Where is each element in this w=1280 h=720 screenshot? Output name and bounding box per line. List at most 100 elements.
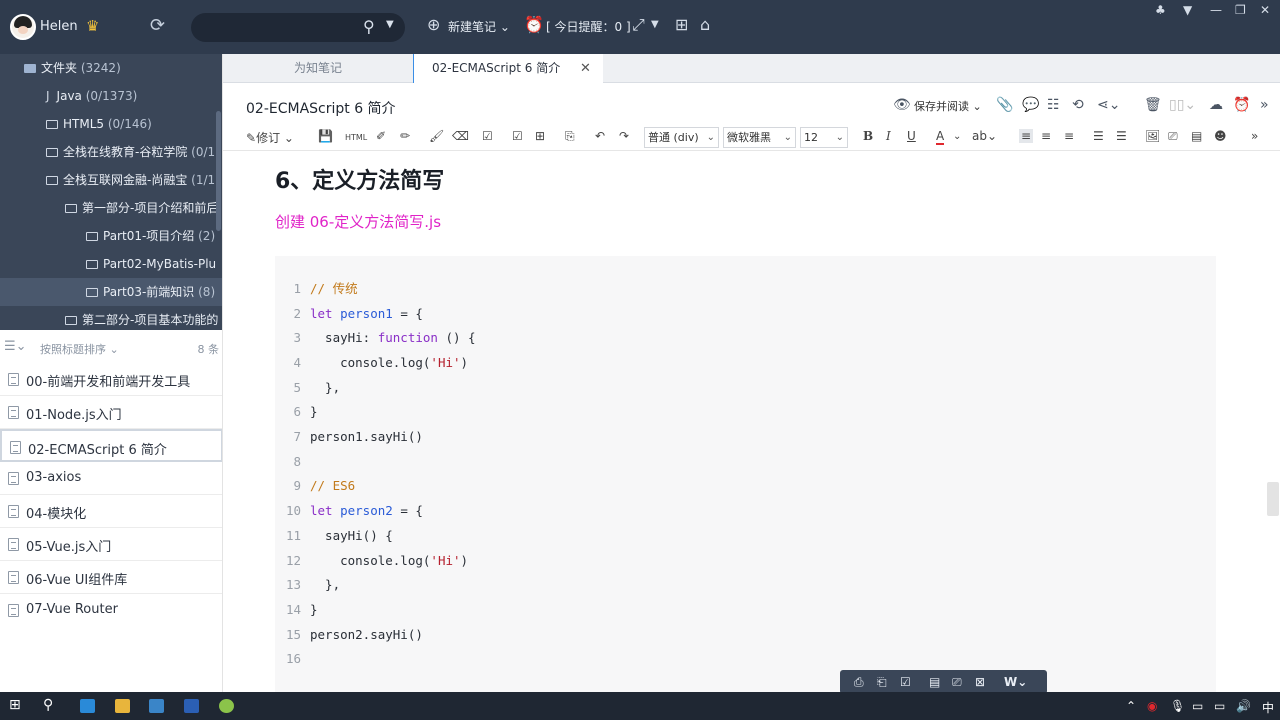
more-tools-icon[interactable]: » xyxy=(1251,129,1258,143)
word-export-icon[interactable]: W⌄ xyxy=(1004,675,1027,689)
microphone-icon[interactable]: 🎙 xyxy=(1170,699,1185,713)
search-icon[interactable]: ⚲ xyxy=(43,697,53,713)
emoji-icon[interactable]: ☻ xyxy=(1214,129,1227,143)
user-avatar[interactable] xyxy=(10,14,36,40)
note-title[interactable]: 02-ECMAScript 6 简介 xyxy=(246,98,396,118)
tree-item-root[interactable]: 文件夹 (3242) xyxy=(0,54,223,82)
list-item[interactable]: 06-Vue UI组件库 xyxy=(0,561,223,594)
tree-item-part-one[interactable]: 第一部分-项目介绍和前后 xyxy=(0,194,223,222)
ime-indicator[interactable]: 中 xyxy=(1262,699,1274,716)
tray-app-icon[interactable]: ◉ xyxy=(1147,699,1157,713)
chrome-icon[interactable] xyxy=(219,699,234,713)
grid-apps-icon[interactable]: ⊞ xyxy=(675,15,688,34)
new-note-button[interactable]: 新建笔记 ⌄ xyxy=(448,18,510,35)
list-item[interactable]: 02-ECMAScript 6 简介 xyxy=(0,429,223,462)
save-icon[interactable]: 💾 xyxy=(318,129,333,143)
tray-expand-icon[interactable]: ⌃ xyxy=(1126,699,1136,713)
bold-button[interactable]: B xyxy=(863,129,873,143)
minimize-icon[interactable]: — xyxy=(1210,3,1222,17)
save-and-read-button[interactable]: 保存并阅读 ⌄ xyxy=(895,98,982,114)
undo-icon[interactable]: ↶ xyxy=(595,129,605,143)
today-reminder[interactable]: [ 今日提醒：0 ] xyxy=(546,18,631,35)
windows-start-icon[interactable]: ⊞ xyxy=(9,697,21,713)
home-icon[interactable]: ⌂ xyxy=(700,15,710,34)
word-icon[interactable] xyxy=(184,699,199,713)
network-icon[interactable]: ▭ xyxy=(1192,699,1203,713)
sync-icon[interactable]: ⟳ xyxy=(150,15,165,36)
delete-icon[interactable]: 🗑 xyxy=(1144,97,1162,113)
align-left-button[interactable]: ≡ xyxy=(1019,129,1034,143)
tree-item-part-two[interactable]: 第二部分-项目基本功能的 xyxy=(0,306,223,330)
paragraph-style-select[interactable]: 普通 (div) ⌄ xyxy=(644,127,719,148)
list-item[interactable]: 05-Vue.js入门 xyxy=(0,528,223,561)
list-view-icon[interactable]: ☰⌄ xyxy=(4,339,27,354)
expand-window-icon[interactable]: ⤢ xyxy=(632,15,645,35)
username[interactable]: Helen xyxy=(40,19,78,34)
list-item[interactable]: 07-Vue Router xyxy=(0,594,223,627)
code-block[interactable]: 1// 传统 2 let person1 = { 3 sayHi: functio… xyxy=(275,256,1216,692)
file-explorer-icon[interactable] xyxy=(115,699,130,713)
list-item[interactable]: 00-前端开发和前端开发工具 xyxy=(0,363,223,396)
calendar-icon[interactable]: ▤ xyxy=(929,675,940,689)
list-item[interactable]: 01-Node.js入门 xyxy=(0,396,223,429)
font-size-select[interactable]: 12 ⌄ xyxy=(800,127,848,148)
search-box[interactable]: ⚲ ▼ xyxy=(191,13,405,42)
search-icon[interactable]: ⚲ xyxy=(363,17,375,36)
chevron-down-icon[interactable]: ▼ xyxy=(651,19,659,30)
add-circle-icon[interactable]: ⊕ xyxy=(427,15,440,34)
sort-dropdown[interactable]: 按照标题排序 ⌄ xyxy=(40,341,119,357)
tree-item-part01[interactable]: Part01-项目介绍 (2) xyxy=(0,222,223,250)
share-icon[interactable]: ⋖⌄ xyxy=(1097,97,1120,113)
tree-item-guli[interactable]: 全栈在线教育-谷粒学院 (0/1 xyxy=(0,138,223,166)
insert-file-icon[interactable]: ⎗ xyxy=(877,675,887,690)
history-icon[interactable]: ⟲ xyxy=(1072,97,1084,113)
table-icon[interactable]: ⊠ xyxy=(975,675,985,689)
list-item[interactable]: 04-模块化 xyxy=(0,495,223,528)
vip-crown-icon[interactable]: ♛ xyxy=(86,17,99,35)
html-source-button[interactable]: HTML xyxy=(345,133,367,142)
pen-icon[interactable]: ✐ xyxy=(376,129,386,143)
checkbox-icon[interactable]: ☑ xyxy=(900,675,911,689)
format-painter-icon[interactable]: 🖌 xyxy=(429,129,444,143)
chevron-down-icon[interactable]: ⌄ xyxy=(953,131,961,142)
document-area[interactable]: 6、定义方法简写 创建 06-定义方法简写.js 1// 传统 2 let per… xyxy=(223,151,1265,692)
alarm-clock-icon[interactable]: ⏰ xyxy=(524,15,544,34)
chevron-down-icon[interactable]: ▼ xyxy=(386,19,394,30)
revise-button[interactable]: ✎修订 ⌄ xyxy=(246,129,294,146)
close-icon[interactable]: ✕ xyxy=(1260,3,1270,17)
eraser-icon[interactable]: ⌫ xyxy=(452,129,469,143)
outline-icon[interactable]: ☷ xyxy=(1047,97,1060,113)
expand-more-icon[interactable]: » xyxy=(1260,97,1269,113)
tree-item-part03[interactable]: Part03-前端知识 (8) xyxy=(0,278,223,306)
tree-item-part02[interactable]: Part02-MyBatis-Plu xyxy=(0,250,223,278)
insert-file-icon[interactable]: ⎘ xyxy=(565,129,575,144)
highlight-color-button[interactable]: ab⌄ xyxy=(972,129,997,143)
search-input[interactable] xyxy=(203,18,353,37)
table-icon[interactable]: ⊞ xyxy=(535,129,545,143)
list-item[interactable]: 03-axios xyxy=(0,462,223,495)
insert-date-icon[interactable]: ▤ xyxy=(1191,129,1202,143)
tree-scrollbar[interactable] xyxy=(216,111,221,231)
align-right-button[interactable]: ≡ xyxy=(1064,129,1074,143)
restore-icon[interactable]: ❐ xyxy=(1235,3,1246,17)
vscode-icon[interactable] xyxy=(80,699,95,713)
tab-wiznote[interactable]: 为知笔记 xyxy=(223,54,413,83)
screenshot-icon[interactable]: ⎚ xyxy=(952,675,962,690)
split-view-icon[interactable]: ▯▯⌄ xyxy=(1169,97,1196,113)
tree-item-java[interactable]: J Java (0/1373) xyxy=(0,82,223,110)
ordered-list-button[interactable]: ☰ xyxy=(1093,129,1104,143)
font-color-button[interactable]: A xyxy=(936,129,945,145)
remote-desktop-icon[interactable] xyxy=(149,699,164,713)
tree-item-html5[interactable]: HTML5 (0/146) xyxy=(0,110,223,138)
italic-button[interactable]: I xyxy=(886,129,891,143)
checkbox-icon[interactable]: ☑ xyxy=(512,129,523,143)
tab-close-icon[interactable]: ✕ xyxy=(580,54,591,83)
sync-cloud-icon[interactable]: ☁ xyxy=(1209,97,1223,113)
tab-ecmascript[interactable]: 02-ECMAScript 6 简介 ✕ xyxy=(413,54,603,83)
editor-scrollbar[interactable] xyxy=(1267,482,1279,516)
underline-button[interactable]: U xyxy=(907,129,916,143)
reminder-icon[interactable]: ⏰ xyxy=(1233,97,1250,113)
insert-image-icon[interactable]: 🖼 xyxy=(1145,129,1160,143)
tree-item-shangrongbao[interactable]: 全栈互联网金融-尚融宝 (1/1 xyxy=(0,166,223,194)
attachment-icon[interactable]: 📎 xyxy=(996,97,1013,113)
